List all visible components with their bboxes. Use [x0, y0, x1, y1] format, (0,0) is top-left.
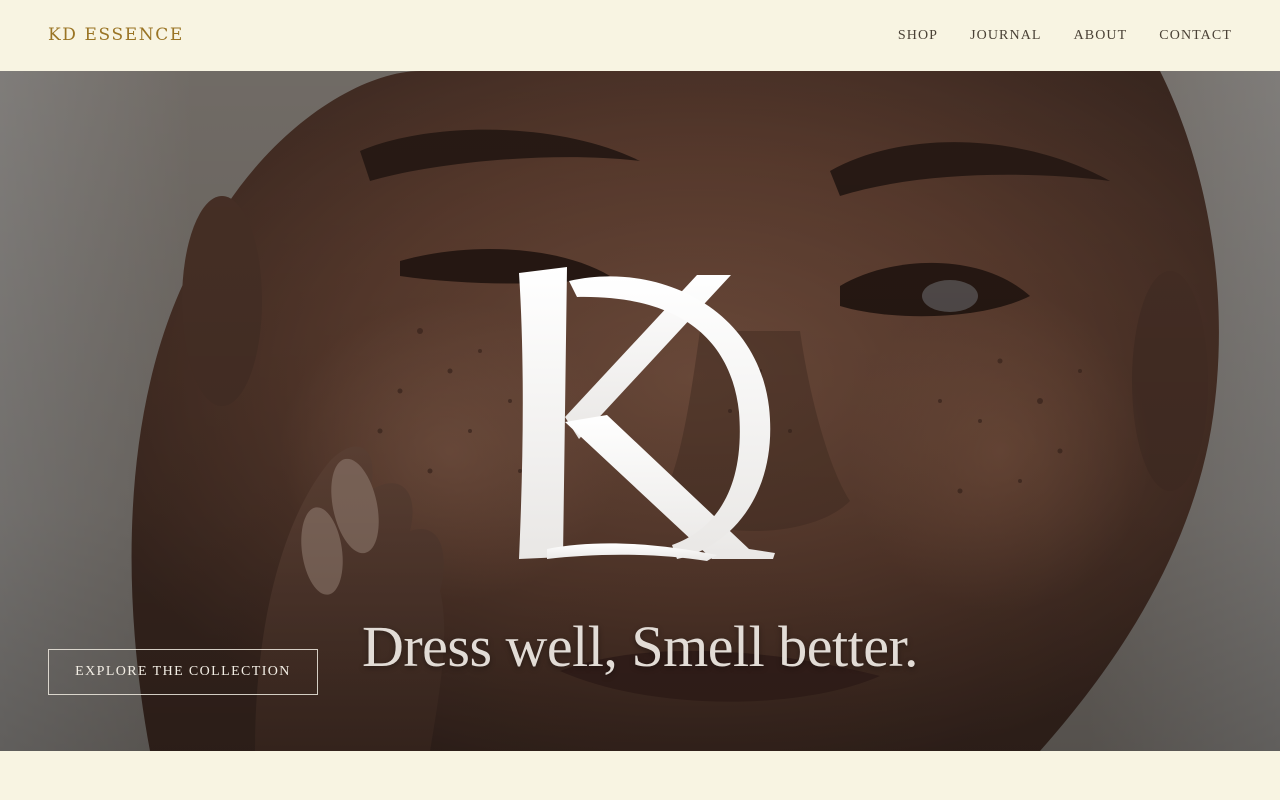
nav-shop[interactable]: SHOP [898, 28, 938, 44]
site-header: KD ESSENCE SHOP JOURNAL ABOUT CONTACT [0, 0, 1280, 71]
brand-logo-link[interactable]: KD ESSENCE [48, 25, 184, 45]
kd-monogram-logo [519, 267, 775, 561]
hero-section: Dress well, Smell better. EXPLORE THE CO… [0, 71, 1280, 751]
nav-contact[interactable]: CONTACT [1159, 28, 1232, 44]
explore-collection-button[interactable]: EXPLORE THE COLLECTION [48, 649, 318, 695]
nav-about[interactable]: ABOUT [1074, 28, 1128, 44]
nav-journal[interactable]: JOURNAL [970, 28, 1041, 44]
main-nav: SHOP JOURNAL ABOUT CONTACT [898, 28, 1232, 44]
below-hero-band [0, 751, 1280, 800]
